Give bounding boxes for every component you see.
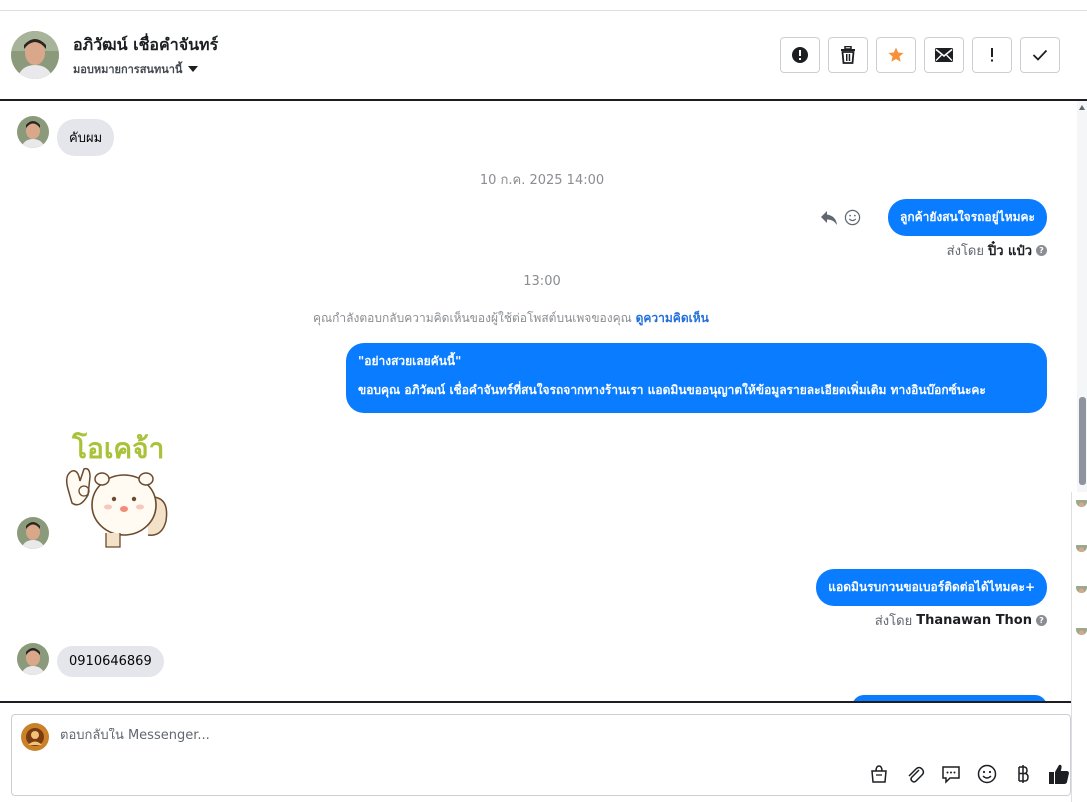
question-icon[interactable]: ? <box>1036 615 1047 626</box>
check-icon <box>1032 49 1048 61</box>
alert-circle-icon <box>792 47 808 63</box>
timestamp: 13:00 <box>523 274 561 289</box>
incoming-message[interactable]: คับผม <box>57 119 115 156</box>
side-conversation-list <box>1071 492 1087 802</box>
comment-reply-notice: คุณกำลังตอบกลับความคิดเห็นของผู้ใช้ต่อโพ… <box>313 309 709 328</box>
incoming-message[interactable]: 0910646869 <box>57 646 164 677</box>
mark-unread-button[interactable] <box>924 37 964 73</box>
saved-reply-icon[interactable] <box>940 763 962 785</box>
done-button[interactable] <box>1020 37 1060 73</box>
contact-avatar-small <box>17 517 49 549</box>
contact-avatar[interactable] <box>11 31 59 79</box>
timestamp: 10 ก.ค. 2025 14:00 <box>479 173 605 188</box>
reply-input[interactable] <box>60 728 860 743</box>
paperclip-icon[interactable] <box>904 763 926 785</box>
caret-down-icon <box>188 66 199 72</box>
list-avatar[interactable] <box>1076 541 1087 552</box>
scroll-up-icon[interactable] <box>1079 105 1085 110</box>
list-avatar[interactable] <box>1076 496 1087 507</box>
bear-sticker-icon <box>65 467 168 548</box>
exclamation-icon <box>991 48 993 62</box>
sent-by: ส่งโดย Thanawan Thon ? <box>875 610 1047 631</box>
assign-label: มอบหมายการสนทนานี้ <box>73 63 183 76</box>
outgoing-message[interactable]: "อย่างสวยเลยคันนี้" ขอบคุณ อภิวัฒน์ เชื่… <box>346 343 1047 413</box>
follow-up-button[interactable] <box>972 37 1012 73</box>
page-avatar <box>21 723 49 751</box>
spam-button[interactable] <box>780 37 820 73</box>
star-icon <box>888 47 904 62</box>
list-avatar[interactable] <box>1076 624 1087 635</box>
question-icon[interactable]: ? <box>1036 245 1047 256</box>
react-emoji-icon[interactable] <box>844 209 861 226</box>
message-actions <box>820 209 861 226</box>
message-thread[interactable]: คับผม 10 ก.ค. 2025 14:00 ลูกค้ายังสนใจรถ… <box>0 99 1087 703</box>
emoji-icon[interactable] <box>976 763 998 785</box>
reply-icon[interactable] <box>820 210 838 226</box>
sender-name: Thanawan Thon <box>916 613 1032 628</box>
assign-conversation-dropdown[interactable]: มอบหมายการสนทนานี้ <box>73 60 199 78</box>
shopping-bag-icon[interactable] <box>868 763 890 785</box>
delete-button[interactable] <box>828 37 868 73</box>
envelope-icon <box>935 48 953 62</box>
conversation-header: อภิวัฒน์ เชื่อคำจันทร์ มอบหมายการสนทนานี… <box>0 11 1087 99</box>
outgoing-message[interactable]: ลูกค้ายังสนใจรถอยู่ไหมคะ <box>888 199 1047 236</box>
sticker[interactable]: โอเคจ้า <box>62 423 182 551</box>
outgoing-message-partial[interactable] <box>852 695 1047 701</box>
baht-icon[interactable] <box>1012 763 1034 785</box>
sent-by-prefix: ส่งโดย <box>874 614 913 629</box>
outgoing-message[interactable]: แอดมินรบกวนขอเบอร์ติดต่อได้ไหมคะ+ <box>816 569 1047 606</box>
sent-by: ส่งโดย ปิ๋ว แป๋ว ? <box>947 240 1047 261</box>
contact-name[interactable]: อภิวัฒน์ เชื่อคำจันทร์ <box>73 33 218 58</box>
scrollbar-thumb[interactable] <box>1079 397 1086 485</box>
star-button[interactable] <box>876 37 916 73</box>
sent-by-prefix: ส่งโดย <box>946 244 984 259</box>
trash-icon <box>841 46 855 64</box>
view-comment-link[interactable]: ดูความคิดเห็น <box>636 311 709 325</box>
notice-text: คุณกำลังตอบกลับความคิดเห็นของผู้ใช้ต่อโพ… <box>313 311 632 325</box>
message-line: ขอบคุณ อภิวัฒน์ เชื่อคำจันทร์ที่สนใจรถจา… <box>358 383 986 397</box>
contact-avatar-small <box>17 643 49 675</box>
reply-composer <box>11 714 1071 796</box>
list-avatar[interactable] <box>1076 582 1087 593</box>
composer-toolbar <box>868 763 1070 785</box>
sender-name: ปิ๋ว แป๋ว <box>987 244 1032 259</box>
contact-avatar-small <box>17 116 49 148</box>
message-line: "อย่างสวยเลยคันนี้" <box>358 354 462 368</box>
thumbs-up-icon[interactable] <box>1048 763 1070 785</box>
header-actions <box>780 37 1060 73</box>
